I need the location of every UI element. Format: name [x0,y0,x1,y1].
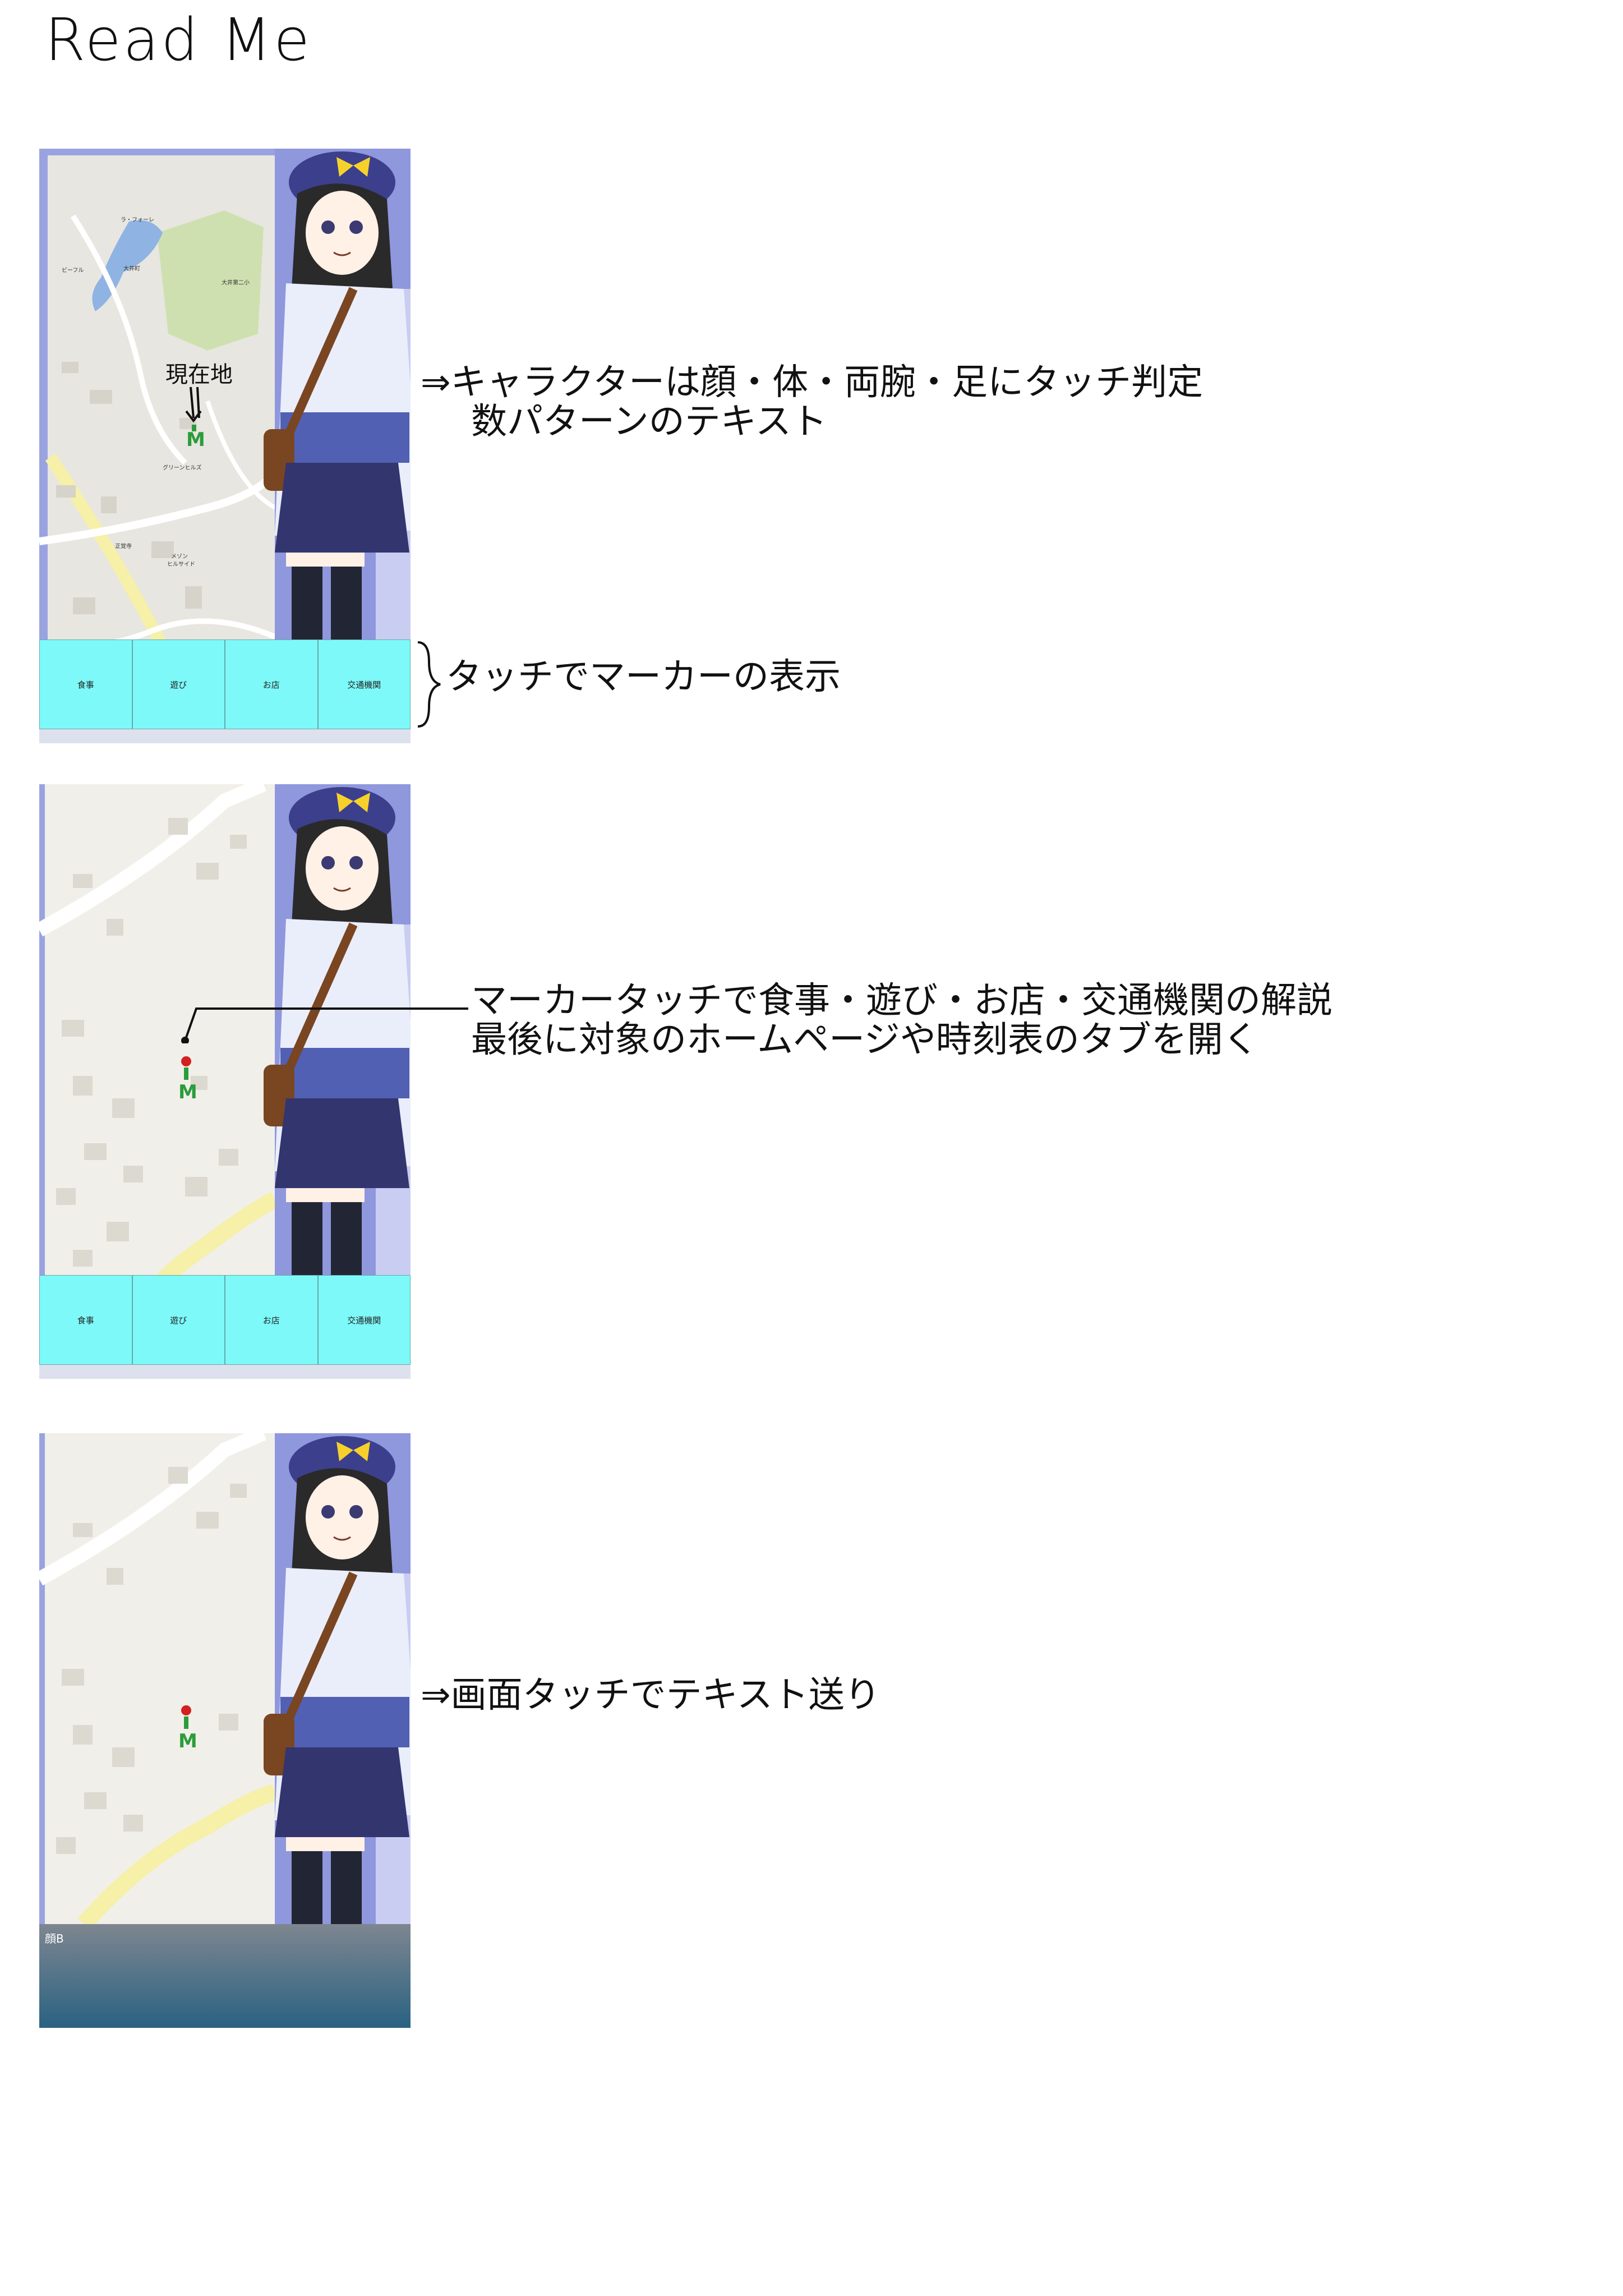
map-label: グリーンヒルズ [163,465,202,471]
brace-mark [417,641,441,728]
map-view[interactable]: M [39,1433,411,1924]
app-screenshot-3: M 顔B [39,1433,411,2028]
shop-button[interactable]: お店 [225,1275,318,1365]
category-menu: 食事 遊び お店 交通機関 [39,639,411,729]
transport-button[interactable]: 交通機関 [317,639,411,729]
svg-text:M: M [186,429,205,451]
leader-line [181,1007,468,1043]
note-open-tab: 最後に対象のホームページや時刻表のタブを開く [471,1019,1259,1061]
bottom-strip [39,1365,411,1379]
play-button[interactable]: 遊び [132,1275,225,1365]
note-text-advance: ⇒画面タッチでテキスト送り [421,1674,880,1716]
map-label: 大井町 [123,266,140,272]
meal-button[interactable]: 食事 [39,639,132,729]
current-location-label: 現在地 [165,362,233,388]
svg-text:M: M [178,1081,197,1103]
note-touch-judgement: ⇒キャラクターは顔・体・両腕・足にタッチ判定 [421,362,1204,403]
map-label: 大井第二小 [222,280,250,286]
message-window[interactable]: 顔B [39,1924,411,2028]
message-text: 顔B [45,1932,64,1945]
svg-text:M: M [178,1730,197,1752]
map-label: 正覚寺 [115,544,132,550]
note-marker-touch: マーカータッチで食事・遊び・お店・交通機関の解説 [471,980,1332,1022]
app-screenshot-1: M 現在地 ラ・フォーレ ビーフル 大井町 大井第二小 グリーンヒルズ メゾン … [39,149,411,743]
meal-button[interactable]: 食事 [39,1275,132,1365]
note-text-patterns: 数パターンのテキスト [471,401,827,443]
shop-button[interactable]: お店 [225,639,318,729]
category-menu: 食事 遊び お店 交通機関 [39,1275,411,1365]
page-title: Read Me [45,6,312,74]
character-figure [264,1433,411,1924]
bottom-strip [39,729,411,743]
play-button[interactable]: 遊び [132,639,225,729]
app-screenshot-2: M 食事 遊び お店 交通機関 [39,784,411,1379]
map-label: ビーフル [62,268,84,274]
map-label: ラ・フォーレ [121,217,154,223]
map-label: ヒルサイド [167,562,195,568]
transport-button[interactable]: 交通機関 [317,1275,411,1365]
map-label: メゾン [171,554,188,560]
note-marker-display: タッチでマーカーの表示 [446,656,841,698]
